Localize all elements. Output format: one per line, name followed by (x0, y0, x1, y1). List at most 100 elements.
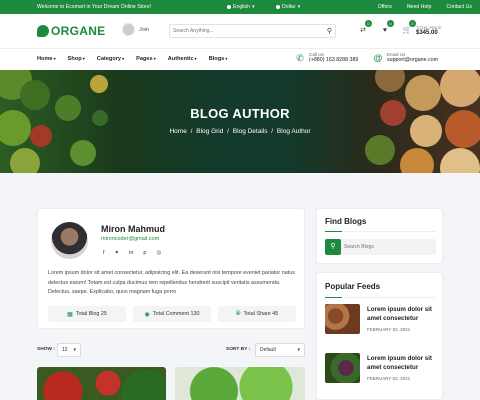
join-button[interactable]: Join (122, 23, 149, 36)
email-us[interactable]: @ Email Us support@organe.com (373, 52, 438, 63)
cart-badge: 0 (409, 20, 416, 27)
total-share-stat: ⦾ Total Share 45 (218, 306, 296, 322)
chevron-down-icon: ▾ (297, 4, 301, 10)
food-decoration (365, 135, 395, 165)
breadcrumb-current: Blog Author (276, 128, 311, 135)
main-nav: Home Shop Category Pages Authentic Blogs… (0, 48, 480, 70)
breadcrumb-home[interactable]: Home (169, 128, 186, 135)
total-blog-label: Total Blog 25 (75, 311, 107, 317)
header-search: ⚲ (169, 24, 336, 38)
leaf-icon (37, 25, 49, 37)
user-avatar-icon (122, 23, 135, 36)
nav-item-shop[interactable]: Shop (68, 56, 85, 62)
feed-title[interactable]: Lorem ipsum dolor sit amet consectetur (367, 355, 437, 372)
show-value: 12 (62, 347, 68, 353)
show-label: SHOW : (37, 347, 55, 352)
instagram-icon[interactable]: ◎ (156, 250, 161, 256)
wishlist-icon[interactable]: ♥ 0 (380, 20, 394, 36)
feed-date: FEBRUARY 02, 2021 (367, 327, 411, 332)
comment-icon: ◉ (144, 311, 150, 318)
blog-post-image[interactable] (37, 367, 166, 400)
feed-title[interactable]: Lorem ipsum dolor sit amet consectetur (367, 306, 437, 323)
chevron-down-icon: ▾ (73, 347, 76, 353)
at-icon: @ (373, 52, 383, 63)
facebook-icon[interactable]: f (103, 250, 105, 256)
phone-icon: ✆ (296, 52, 304, 63)
show-select[interactable]: 12 ▾ (57, 343, 81, 357)
cart-icon[interactable]: 🛒 0 (402, 20, 416, 36)
vegetable-decoration (10, 148, 40, 173)
logo[interactable]: ORGANE (37, 24, 105, 38)
pinterest-icon[interactable]: p (143, 250, 146, 256)
top-bar: Welcome to Ecomart in Your Dream Online … (0, 0, 480, 14)
page-title: BLOG AUTHOR (190, 106, 290, 121)
call-us[interactable]: ✆ Call Us (+880) 163 8288 389 (295, 52, 358, 63)
popular-feeds-title: Popular Feeds (325, 282, 381, 291)
vegetable-decoration (90, 75, 108, 93)
social-links: f ✦ in p ◎ (103, 250, 161, 256)
need-help-link[interactable]: Need Help (407, 4, 432, 10)
feed-date: FEBRUARY 02, 2021 (367, 376, 411, 381)
breadcrumb-blog-grid[interactable]: Blog Grid (196, 128, 223, 135)
logo-text: ORGANE (51, 24, 106, 38)
feed-thumbnail[interactable] (325, 304, 360, 334)
divider (325, 231, 436, 232)
call-us-number: (+880) 163 8288 389 (309, 57, 359, 63)
author-bio: Lorem ipsum dolor sit amet consectetur, … (48, 270, 295, 295)
blog-search-input[interactable] (341, 244, 436, 250)
breadcrumb-blog-details[interactable]: Blog Details (233, 128, 268, 135)
total-share-label: Total Share 45 (243, 311, 279, 317)
blog-icon: ▦ (67, 311, 73, 318)
blog-post-image[interactable] (175, 367, 305, 400)
food-decoration (375, 70, 405, 92)
search-input[interactable] (173, 28, 327, 34)
total-blog-stat: ▦ Total Blog 25 (48, 306, 126, 322)
nav-item-pages[interactable]: Pages (136, 56, 156, 62)
currency-icon (276, 5, 280, 9)
total-comment-stat: ◉ Total Comment 130 (133, 306, 211, 322)
feed-thumbnail[interactable] (325, 353, 360, 383)
feed-item[interactable]: Lorem ipsum dolor sit amet consectetur F… (325, 353, 436, 385)
currency-selector[interactable]: Dollar ▾ (276, 4, 300, 10)
sort-by-label: SORT BY : (226, 347, 251, 352)
globe-icon (227, 5, 231, 9)
compare-icon[interactable]: ⇄ 0 (358, 20, 372, 36)
nav-item-home[interactable]: Home (37, 56, 56, 62)
linkedin-icon[interactable]: in (129, 250, 133, 256)
sort-value: Default (260, 347, 276, 353)
currency-label: Dollar (282, 4, 296, 10)
nav-item-blogs[interactable]: Blogs (209, 56, 228, 62)
listing-controls: SHOW : 12 ▾ SORT BY : Default ▾ (37, 343, 305, 357)
offers-link[interactable]: Offers (378, 4, 392, 10)
twitter-icon[interactable]: ✦ (115, 250, 120, 256)
chevron-down-icon: ▾ (297, 347, 300, 353)
author-card: Miron Mahmud mironcoder@gmail.com f ✦ in… (37, 208, 305, 329)
author-avatar (51, 222, 88, 259)
popular-feeds-widget: Popular Feeds Lorem ipsum dolor sit amet… (316, 272, 443, 400)
compare-badge: 0 (365, 20, 372, 27)
divider (325, 297, 436, 298)
share-icon: ⦾ (235, 310, 241, 317)
contact-us-link[interactable]: Contact Us (446, 4, 472, 10)
vegetable-decoration (70, 140, 96, 166)
cart-total[interactable]: TOTAL PRICE $345.00 (416, 25, 442, 36)
wishlist-badge: 0 (387, 20, 394, 27)
author-email[interactable]: mironcoder@gmail.com (101, 236, 159, 242)
welcome-text: Welcome to Ecomart in Your Dream Online … (37, 4, 152, 10)
chevron-down-icon: ▾ (252, 4, 255, 10)
food-decoration (440, 148, 480, 173)
language-label: English (233, 4, 251, 10)
language-selector[interactable]: English ▾ (227, 4, 255, 10)
top-links: Offers Need Help Contact Us (378, 4, 472, 10)
sort-select[interactable]: Default ▾ (255, 343, 305, 357)
find-blogs-title: Find Blogs (325, 217, 367, 226)
search-icon[interactable]: ⚲ (327, 27, 332, 35)
feed-item[interactable]: Lorem ipsum dolor sit amet consectetur F… (325, 304, 436, 336)
breadcrumb: Home / Blog Grid / Blog Details / Blog A… (169, 128, 311, 135)
blog-search: ⚲ (325, 239, 436, 255)
nav-item-category[interactable]: Category (97, 56, 124, 62)
nav-item-authentic[interactable]: Authentic (168, 56, 197, 62)
author-name: Miron Mahmud (101, 224, 165, 234)
search-icon[interactable]: ⚲ (325, 239, 341, 255)
food-decoration (440, 70, 480, 107)
